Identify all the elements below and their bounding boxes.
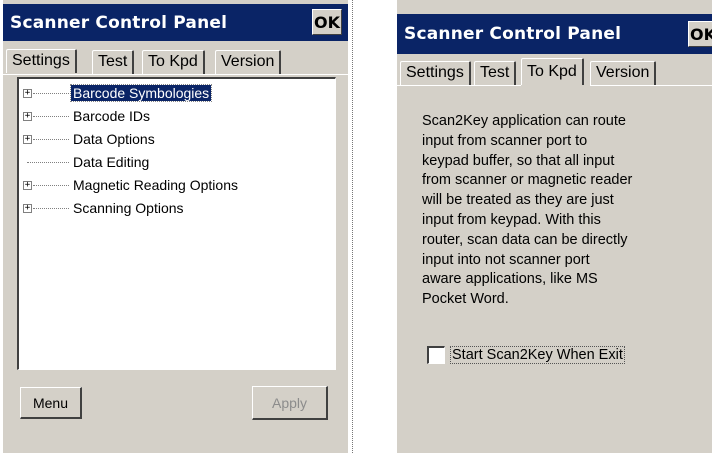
- tab-version[interactable]: Version: [215, 50, 282, 74]
- tab-to-kpd[interactable]: To Kpd: [142, 50, 205, 74]
- tab-divider: [3, 74, 348, 75]
- tab-settings[interactable]: Settings: [6, 49, 77, 73]
- expand-icon[interactable]: +: [23, 89, 32, 98]
- tree-item-magnetic-reading-options[interactable]: + Magnetic Reading Options: [19, 175, 335, 197]
- settings-window: Scanner Control Panel OK Settings Test T…: [3, 0, 348, 453]
- start-scan2key-checkbox-row[interactable]: Start Scan2Key When Exit: [427, 346, 625, 364]
- tab-settings[interactable]: Settings: [400, 61, 471, 85]
- tree-item-barcode-symbologies[interactable]: + Barcode Symbologies: [19, 83, 335, 105]
- tab-version[interactable]: Version: [590, 61, 657, 85]
- apply-button[interactable]: Apply: [252, 386, 328, 420]
- tab-to-kpd[interactable]: To Kpd: [521, 58, 584, 85]
- tree-item-barcode-ids[interactable]: + Barcode IDs: [19, 106, 335, 128]
- expand-icon[interactable]: +: [23, 181, 32, 190]
- to-kpd-window: Scanner Control Panel OK Settings Test T…: [397, 0, 712, 453]
- divider: [352, 0, 353, 453]
- checkbox-label[interactable]: Start Scan2Key When Exit: [450, 346, 625, 364]
- title-bar: Scanner Control Panel OK: [3, 4, 348, 41]
- tab-divider: [397, 85, 521, 86]
- tree-item-data-options[interactable]: + Data Options: [19, 129, 335, 151]
- tab-test[interactable]: Test: [474, 61, 517, 85]
- expand-icon[interactable]: +: [23, 135, 32, 144]
- ok-button[interactable]: OK: [312, 9, 342, 35]
- tab-test[interactable]: Test: [92, 50, 135, 74]
- tree-item-scanning-options[interactable]: + Scanning Options: [19, 198, 335, 220]
- settings-tree[interactable]: + Barcode Symbologies + Barcode IDs + Da…: [17, 77, 336, 370]
- title-bar: Scanner Control Panel OK: [397, 14, 712, 54]
- scan2key-description: Scan2Key application can route input fro…: [422, 113, 633, 308]
- window-title: Scanner Control Panel: [10, 12, 228, 33]
- menu-button[interactable]: Menu: [20, 387, 82, 419]
- expand-icon[interactable]: +: [23, 112, 32, 121]
- tree-item-data-editing[interactable]: Data Editing: [19, 152, 335, 174]
- expand-icon[interactable]: +: [23, 204, 32, 213]
- window-title: Scanner Control Panel: [404, 24, 622, 44]
- ok-button[interactable]: OK: [688, 21, 712, 47]
- start-scan2key-checkbox[interactable]: [427, 346, 445, 364]
